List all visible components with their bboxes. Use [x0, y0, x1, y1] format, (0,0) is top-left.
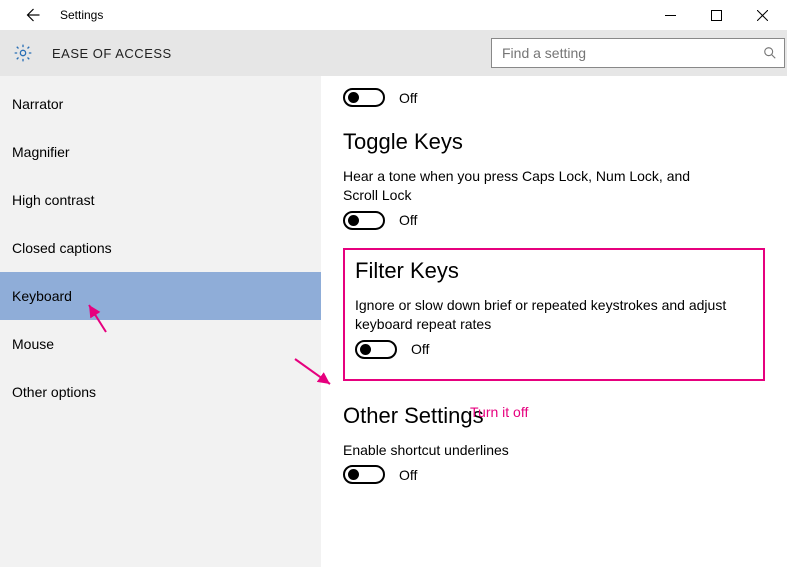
top-toggle[interactable]	[343, 88, 385, 107]
search-input[interactable]	[492, 45, 756, 61]
toggle-keys-state: Off	[399, 212, 417, 228]
sidebar-item-other-options[interactable]: Other options	[0, 368, 321, 416]
filter-keys-annotation-box: Filter Keys Ignore or slow down brief or…	[343, 248, 765, 381]
close-button[interactable]	[739, 0, 785, 30]
sidebar-item-keyboard[interactable]: Keyboard	[0, 272, 321, 320]
sidebar-item-narrator[interactable]: Narrator	[0, 80, 321, 128]
sidebar-item-label: Closed captions	[12, 240, 112, 256]
sidebar-item-label: Narrator	[12, 96, 63, 112]
header: EASE OF ACCESS	[0, 30, 787, 76]
toggle-keys-heading: Toggle Keys	[343, 129, 765, 155]
sidebar-item-label: Mouse	[12, 336, 54, 352]
filter-keys-state: Off	[411, 341, 429, 357]
page-title: EASE OF ACCESS	[52, 46, 172, 61]
toggle-keys-toggle[interactable]	[343, 211, 385, 230]
sidebar-item-label: Keyboard	[12, 288, 72, 304]
search-box[interactable]	[491, 38, 785, 68]
filter-keys-heading: Filter Keys	[355, 258, 753, 284]
toggle-keys-description: Hear a tone when you press Caps Lock, Nu…	[343, 167, 723, 205]
content-pane: Off Toggle Keys Hear a tone when you pre…	[321, 76, 787, 567]
maximize-button[interactable]	[693, 0, 739, 30]
sidebar-item-high-contrast[interactable]: High contrast	[0, 176, 321, 224]
filter-keys-description: Ignore or slow down brief or repeated ke…	[355, 296, 735, 334]
window-title: Settings	[48, 8, 103, 22]
sidebar-item-label: Other options	[12, 384, 96, 400]
sidebar-item-label: Magnifier	[12, 144, 70, 160]
filter-keys-toggle[interactable]	[355, 340, 397, 359]
back-button[interactable]	[16, 0, 48, 30]
other-settings-heading: Other Settings	[343, 403, 765, 429]
search-icon[interactable]	[756, 46, 784, 60]
sidebar: Narrator Magnifier High contrast Closed …	[0, 76, 321, 567]
annotation-turn-off: Turn it off	[470, 404, 528, 420]
minimize-button[interactable]	[647, 0, 693, 30]
enable-shortcut-underlines-state: Off	[399, 467, 417, 483]
sidebar-item-label: High contrast	[12, 192, 94, 208]
titlebar: Settings	[0, 0, 787, 30]
enable-shortcut-underlines-toggle[interactable]	[343, 465, 385, 484]
enable-shortcut-underlines-label: Enable shortcut underlines	[343, 441, 723, 460]
sidebar-item-closed-captions[interactable]: Closed captions	[0, 224, 321, 272]
sidebar-item-mouse[interactable]: Mouse	[0, 320, 321, 368]
sidebar-item-magnifier[interactable]: Magnifier	[0, 128, 321, 176]
top-toggle-label: Off	[399, 90, 417, 106]
gear-icon	[12, 43, 34, 63]
